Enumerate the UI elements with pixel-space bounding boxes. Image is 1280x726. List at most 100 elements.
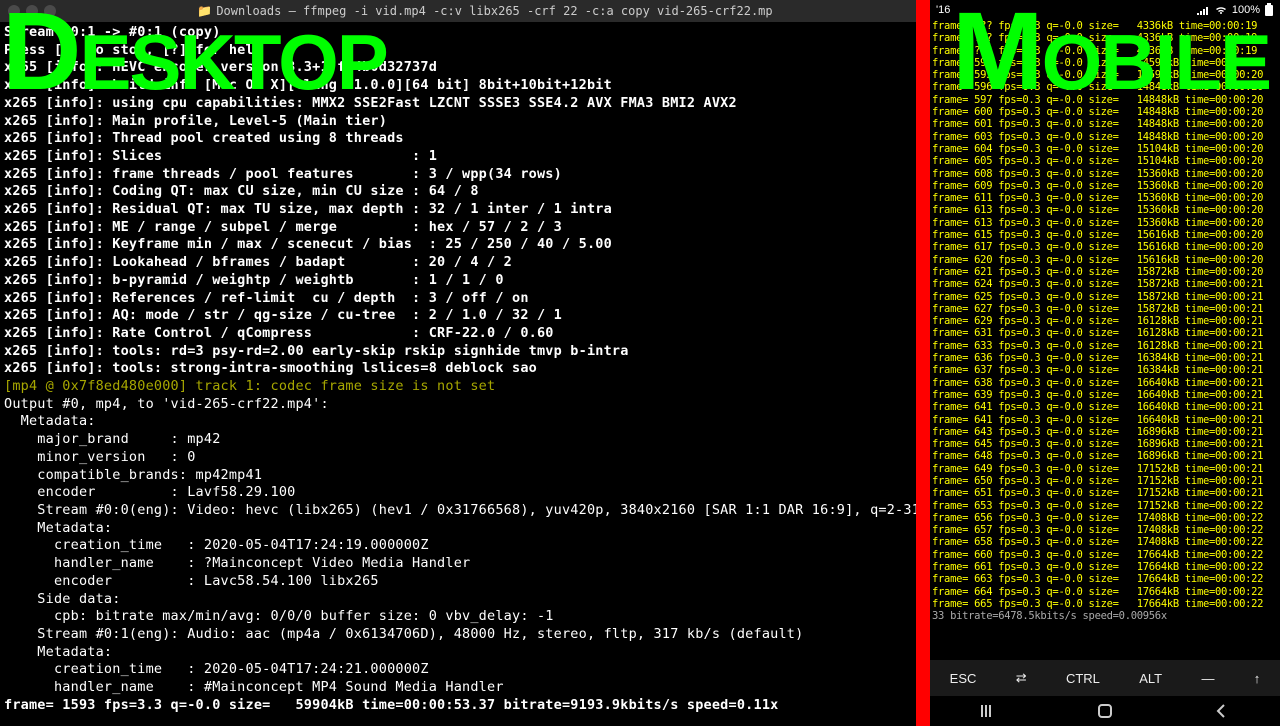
mobile-terminal-line: frame= 629 fps=0.3 q=-0.0 size= 16128kB … [932, 315, 1278, 327]
mobile-terminal-line: frame= ??? fps=0.3 q=-0.0 size= 4336kB t… [932, 45, 1278, 57]
terminal-line: x265 [info]: build info [Mac OS X][clang… [4, 77, 912, 95]
terminal-line: cpb: bitrate max/min/avg: 0/0/0 buffer s… [4, 608, 912, 626]
status-time: '16 [936, 4, 950, 16]
terminal-line: x265 [info]: Thread pool created using 8… [4, 130, 912, 148]
mobile-terminal-line: frame= 661 fps=0.3 q=-0.0 size= 17664kB … [932, 561, 1278, 573]
mobile-terminal-line: frame= 639 fps=0.3 q=-0.0 size= 16640kB … [932, 389, 1278, 401]
mobile-terminal-line: frame= 617 fps=0.3 q=-0.0 size= 15616kB … [932, 241, 1278, 253]
alt-key[interactable]: ALT [1131, 667, 1170, 690]
mobile-terminal-line: frame= 596 fps=0.3 q=-0.0 size= 14848kB … [932, 81, 1278, 93]
terminal-line: encoder : Lavf58.29.100 [4, 484, 912, 502]
mobile-terminal-window: MOBILE '16 100% frame= ??? fps=0.3 q=-0.… [930, 0, 1280, 726]
mobile-terminal-line: frame= 637 fps=0.3 q=-0.0 size= 16384kB … [932, 364, 1278, 376]
terminal-line: Press [q] to stop, [?] for help [4, 42, 912, 60]
back-button[interactable] [1213, 702, 1231, 720]
terminal-output[interactable]: Stream #0:1 -> #0:1 (copy)Press [q] to s… [0, 22, 916, 716]
terminal-line: x265 [info]: Residual QT: max TU size, m… [4, 201, 912, 219]
mobile-key-toolbar: ESC ⇄ CTRL ALT — ↑ [930, 660, 1280, 696]
window-title: 📁Downloads — ffmpeg -i vid.mp4 -c:v libx… [62, 4, 908, 18]
terminal-line: x265 [info]: Keyframe min / max / scenec… [4, 236, 912, 254]
desktop-terminal-window: DESKTOP 📁Downloads — ffmpeg -i vid.mp4 -… [0, 0, 916, 726]
dash-key[interactable]: — [1193, 667, 1222, 690]
mobile-terminal-line: frame= 608 fps=0.3 q=-0.0 size= 15360kB … [932, 168, 1278, 180]
terminal-line: creation_time : 2020-05-04T17:24:19.0000… [4, 537, 912, 555]
mobile-terminal-line: frame= 625 fps=0.3 q=-0.0 size= 15872kB … [932, 291, 1278, 303]
signal-icon [1196, 5, 1210, 15]
terminal-line: Stream #0:1(eng): Audio: aac (mp4a / 0x6… [4, 626, 912, 644]
mobile-terminal-line: frame= 665 fps=0.3 q=-0.0 size= 17664kB … [932, 598, 1278, 610]
mobile-terminal-line: frame= 591 fps=0.3 q=-0.0 size= 14592kB … [932, 57, 1278, 69]
terminal-line: Output #0, mp4, to 'vid-265-crf22.mp4': [4, 396, 912, 414]
mobile-terminal-line: frame= 636 fps=0.3 q=-0.0 size= 16384kB … [932, 352, 1278, 364]
maximize-window-button[interactable] [44, 5, 56, 17]
terminal-line: x265 [info]: frame threads / pool featur… [4, 166, 912, 184]
mobile-terminal-line: frame= 613 fps=0.3 q=-0.0 size= 15360kB … [932, 204, 1278, 216]
esc-key[interactable]: ESC [942, 667, 985, 690]
close-window-button[interactable] [8, 5, 20, 17]
mobile-terminal-line: frame= 624 fps=0.3 q=-0.0 size= 15872kB … [932, 278, 1278, 290]
mobile-terminal-line: frame= 631 fps=0.3 q=-0.0 size= 16128kB … [932, 327, 1278, 339]
terminal-line: handler_name : ?Mainconcept Video Media … [4, 555, 912, 573]
terminal-line: encoder : Lavc58.54.100 libx265 [4, 573, 912, 591]
terminal-line: Metadata: [4, 644, 912, 662]
mobile-terminal-line: frame= 620 fps=0.3 q=-0.0 size= 15616kB … [932, 254, 1278, 266]
terminal-line: x265 [info]: Main profile, Level-5 (Main… [4, 113, 912, 131]
terminal-line: x265 [info]: Rate Control / qCompress : … [4, 325, 912, 343]
terminal-line: x265 [info]: Slices : 1 [4, 148, 912, 166]
mobile-terminal-line: frame= 601 fps=0.3 q=-0.0 size= 14848kB … [932, 118, 1278, 130]
mobile-terminal-line: frame= ??? fps=0.3 q=-0.0 size= 4336kB t… [932, 32, 1278, 44]
mobile-terminal-line: frame= ??? fps=0.3 q=-0.0 size= 4336kB t… [932, 20, 1278, 32]
terminal-line: Side data: [4, 591, 912, 609]
mobile-terminal-line: frame= 664 fps=0.3 q=-0.0 size= 17664kB … [932, 586, 1278, 598]
recent-apps-button[interactable] [979, 702, 997, 720]
terminal-line: x265 [info]: ME / range / subpel / merge… [4, 219, 912, 237]
mobile-terminal-line: frame= 613 fps=0.3 q=-0.0 size= 15360kB … [932, 217, 1278, 229]
mobile-terminal-line: frame= 609 fps=0.3 q=-0.0 size= 15360kB … [932, 180, 1278, 192]
terminal-line: x265 [info]: Lookahead / bframes / badap… [4, 254, 912, 272]
terminal-line: Metadata: [4, 520, 912, 538]
terminal-line: Stream #0:1 -> #0:1 (copy) [4, 24, 912, 42]
terminal-line: Metadata: [4, 413, 912, 431]
split-view: DESKTOP 📁Downloads — ffmpeg -i vid.mp4 -… [0, 0, 1280, 726]
mobile-terminal-line: frame= 597 fps=0.3 q=-0.0 size= 14848kB … [932, 94, 1278, 106]
mobile-terminal-line: frame= 650 fps=0.3 q=-0.0 size= 17152kB … [932, 475, 1278, 487]
mobile-terminal-line: frame= 627 fps=0.3 q=-0.0 size= 15872kB … [932, 303, 1278, 315]
mobile-terminal-line: frame= 660 fps=0.3 q=-0.0 size= 17664kB … [932, 549, 1278, 561]
mobile-terminal-line: frame= 611 fps=0.3 q=-0.0 size= 15360kB … [932, 192, 1278, 204]
mobile-terminal-line: frame= 593 fps=0.3 q=-0.0 size= 14592kB … [932, 69, 1278, 81]
mobile-terminal-line: frame= 651 fps=0.3 q=-0.0 size= 17152kB … [932, 487, 1278, 499]
terminal-line: Stream #0:0(eng): Video: hevc (libx265) … [4, 502, 912, 520]
folder-icon: 📁 [197, 4, 212, 18]
terminal-line: creation_time : 2020-05-04T17:24:21.0000… [4, 661, 912, 679]
terminal-line: x265 [info]: tools: rd=3 psy-rd=2.00 ear… [4, 343, 912, 361]
minimize-window-button[interactable] [26, 5, 38, 17]
mobile-nav-bar [930, 696, 1280, 726]
terminal-line: frame= 1593 fps=3.3 q=-0.0 size= 59904kB… [4, 697, 912, 715]
terminal-line: major_brand : mp42 [4, 431, 912, 449]
tab-key[interactable]: ⇄ [1008, 666, 1035, 690]
mobile-terminal-line: frame= 643 fps=0.3 q=-0.0 size= 16896kB … [932, 426, 1278, 438]
mobile-terminal-line: frame= 658 fps=0.3 q=-0.0 size= 17408kB … [932, 536, 1278, 548]
terminal-line: x265 [info]: References / ref-limit cu /… [4, 290, 912, 308]
mobile-terminal-line: frame= 605 fps=0.3 q=-0.0 size= 15104kB … [932, 155, 1278, 167]
mobile-terminal-line: frame= 663 fps=0.3 q=-0.0 size= 17664kB … [932, 573, 1278, 585]
mobile-terminal-line: frame= 641 fps=0.3 q=-0.0 size= 16640kB … [932, 401, 1278, 413]
mobile-terminal-line: frame= 649 fps=0.3 q=-0.0 size= 17152kB … [932, 463, 1278, 475]
mobile-terminal-line: frame= 615 fps=0.3 q=-0.0 size= 15616kB … [932, 229, 1278, 241]
ctrl-key[interactable]: CTRL [1058, 667, 1108, 690]
terminal-line: x265 [info]: b-pyramid / weightp / weigh… [4, 272, 912, 290]
battery-percent: 100% [1232, 4, 1260, 16]
mobile-terminal-line: frame= 657 fps=0.3 q=-0.0 size= 17408kB … [932, 524, 1278, 536]
up-arrow-key[interactable]: ↑ [1246, 667, 1269, 690]
terminal-line: handler_name : #Mainconcept MP4 Sound Me… [4, 679, 912, 697]
mobile-status-line: 33 bitrate=6478.5kbits/s speed=0.00956x [932, 610, 1278, 622]
mobile-terminal-line: frame= 633 fps=0.3 q=-0.0 size= 16128kB … [932, 340, 1278, 352]
home-button[interactable] [1096, 702, 1114, 720]
mobile-terminal-output[interactable]: frame= ??? fps=0.3 q=-0.0 size= 4336kB t… [930, 20, 1280, 623]
mobile-terminal-line: frame= 645 fps=0.3 q=-0.0 size= 16896kB … [932, 438, 1278, 450]
mobile-terminal-line: frame= 638 fps=0.3 q=-0.0 size= 16640kB … [932, 377, 1278, 389]
terminal-line: [mp4 @ 0x7f8ed480e000] track 1: codec fr… [4, 378, 912, 396]
battery-icon [1264, 3, 1274, 17]
window-title-bar[interactable]: 📁Downloads — ffmpeg -i vid.mp4 -c:v libx… [0, 0, 916, 22]
terminal-line: x265 [info]: tools: strong-intra-smoothi… [4, 360, 912, 378]
